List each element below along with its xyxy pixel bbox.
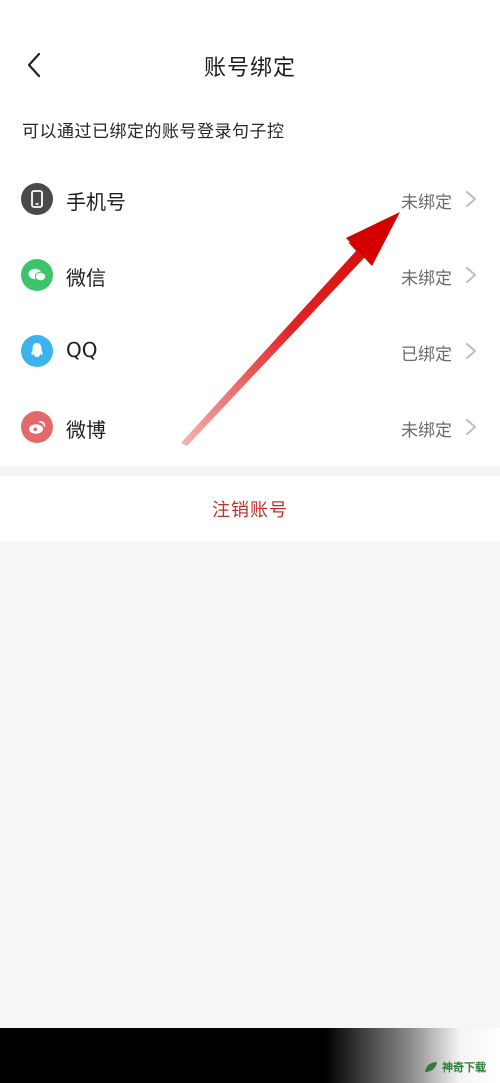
binding-status: 未绑定 [401,269,452,289]
account-row-wechat[interactable]: 微信 未绑定 [0,244,500,306]
phone-icon [21,183,53,215]
account-binding-screen: 账号绑定 可以通过已绑定的账号登录句子控 手机号 未绑定 微信 未绑定 QQ 已… [0,0,500,1083]
binding-status: 未绑定 [401,421,452,441]
account-name: 微信 [66,266,106,290]
leaf-icon [425,1062,437,1072]
account-row-qq[interactable]: QQ 已绑定 [0,320,500,382]
watermark-text: 神奇下载 [442,1061,486,1074]
account-name: 手机号 [66,190,126,214]
account-name: 微博 [66,418,106,442]
binding-list-panel: 账号绑定 可以通过已绑定的账号登录句子控 手机号 未绑定 微信 未绑定 QQ 已… [0,0,500,466]
account-row-weibo[interactable]: 微博 未绑定 [0,396,500,458]
qq-icon [21,335,53,367]
chevron-right-icon [466,343,476,359]
account-row-phone[interactable]: 手机号 未绑定 [0,168,500,230]
binding-status: 未绑定 [401,193,452,213]
chevron-right-icon [466,191,476,207]
watermark-logo: 神奇下载 [424,1059,486,1075]
deregister-account-button[interactable]: 注销账号 [0,476,500,542]
nav-header: 账号绑定 [0,28,500,100]
binding-status: 已绑定 [401,345,452,365]
chevron-right-icon [466,267,476,283]
wechat-icon [21,259,53,291]
binding-hint-text: 可以通过已绑定的账号登录句子控 [22,122,285,142]
weibo-icon [21,411,53,443]
page-title: 账号绑定 [203,56,296,81]
account-name: QQ [66,338,98,362]
chevron-right-icon [466,419,476,435]
